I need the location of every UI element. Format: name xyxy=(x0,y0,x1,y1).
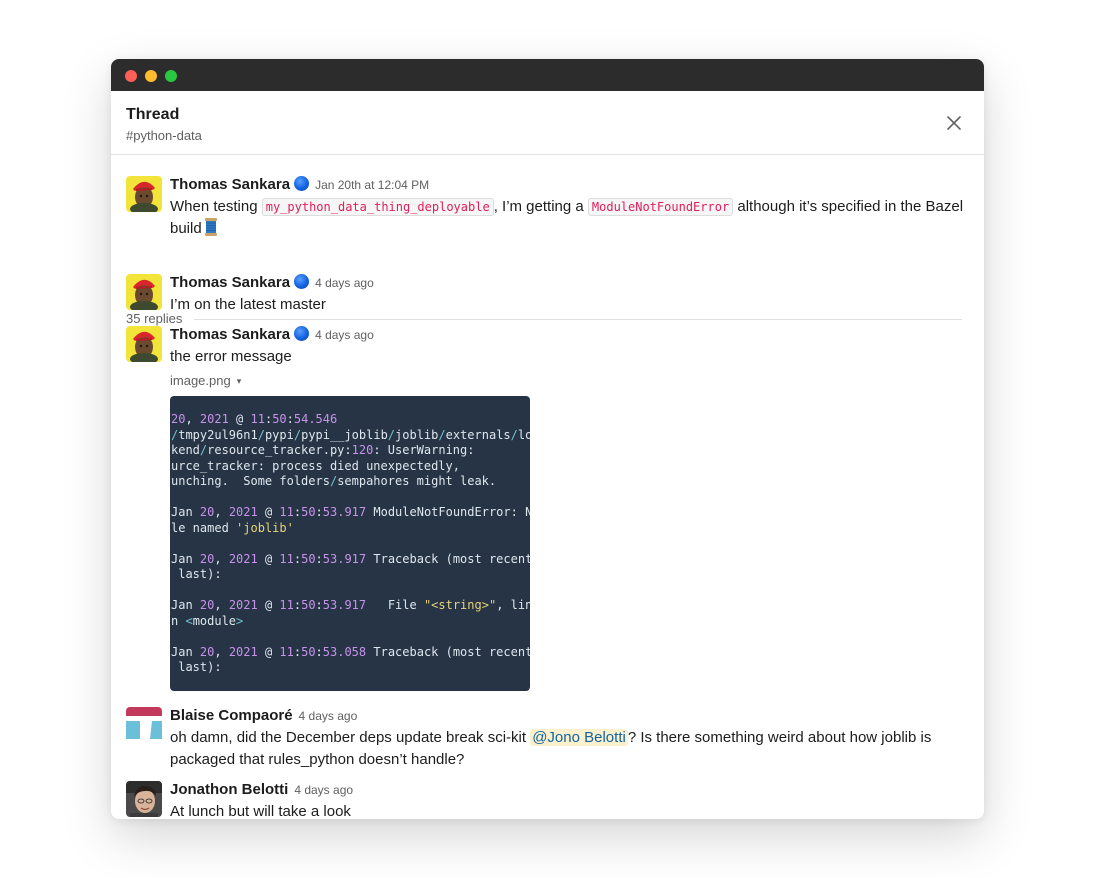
code-line: unching. Some folders/sempahores might l… xyxy=(171,474,497,488)
blue-circle-icon xyxy=(294,274,310,289)
code-line: Jan 20, 2021 @ 11:50:53.917 ModuleNotFou… xyxy=(171,505,530,519)
message-author[interactable]: Thomas Sankara xyxy=(170,274,290,291)
thread-window: Thread #python-data Thomas Sankara Jan 2… xyxy=(111,59,984,819)
thread-title: Thread xyxy=(126,106,180,123)
message-author[interactable]: Blaise Compaoré xyxy=(170,707,293,724)
message-text: I’m on the latest master xyxy=(170,296,326,313)
code-line: Jan 20, 2021 @ 11:50:53.917 File "<strin… xyxy=(171,598,530,612)
code-line: le named 'joblib' xyxy=(171,520,294,535)
thread-header: Thread #python-data xyxy=(111,91,984,155)
minimize-window-button[interactable] xyxy=(145,70,157,82)
user-mention[interactable]: @Jono Belotti xyxy=(530,729,628,746)
code-line: /tmpy2ul96n1/pypi/pypi__joblib/joblib/ex… xyxy=(171,427,530,442)
message-text: oh damn, did the December deps update br… xyxy=(170,729,932,768)
code-line: n <module> xyxy=(171,613,244,628)
message-timestamp[interactable]: 4 days ago xyxy=(294,783,353,797)
window-titlebar xyxy=(111,59,984,91)
code-line: 20, 2021 @ 11:50:54.546 xyxy=(171,412,338,426)
zoom-window-button[interactable] xyxy=(165,70,177,82)
message-text: At lunch but will take a look xyxy=(170,803,351,819)
code-line: urce_tracker: process died unexpectedly, xyxy=(171,458,460,473)
message-author[interactable]: Thomas Sankara xyxy=(170,326,290,343)
close-icon xyxy=(947,116,961,130)
code-line: kend/resource_tracker.py:120: UserWarnin… xyxy=(171,443,475,457)
close-thread-button[interactable] xyxy=(944,113,964,133)
inline-code: my_python_data_thing_deployable xyxy=(261,198,494,216)
blue-circle-icon xyxy=(294,326,310,341)
message-author[interactable]: Jonathon Belotti xyxy=(170,781,288,798)
avatar-thomas[interactable] xyxy=(126,326,162,362)
code-line: Jan 20, 2021 @ 11:50:53.058 Traceback (m… xyxy=(171,644,530,659)
avatar-jonathon[interactable] xyxy=(126,781,162,817)
message-timestamp[interactable]: 4 days ago xyxy=(299,709,358,723)
spool-of-thread-icon xyxy=(204,218,218,236)
close-window-button[interactable] xyxy=(125,70,137,82)
message-text: the error message xyxy=(170,348,292,365)
caret-down-icon[interactable]: ▾ xyxy=(237,376,242,386)
divider-line xyxy=(194,319,962,320)
attachment-filename[interactable]: image.png ▾ xyxy=(170,372,964,390)
message-timestamp[interactable]: 4 days ago xyxy=(315,276,374,290)
replies-count: 35 replies xyxy=(126,311,193,326)
message-text: When testing my_python_data_thing_deploy… xyxy=(170,198,964,237)
code-line: Jan 20, 2021 @ 11:50:53.917 Traceback (m… xyxy=(171,551,530,566)
avatar-thomas[interactable] xyxy=(126,274,162,310)
thread-messages: Thomas Sankara Jan 20th at 12:04 PM When … xyxy=(111,155,984,819)
avatar-blaise[interactable] xyxy=(126,707,162,743)
avatar-thomas[interactable] xyxy=(126,176,162,212)
thread-channel[interactable]: #python-data xyxy=(126,128,202,143)
message-timestamp[interactable]: 4 days ago xyxy=(315,328,374,342)
inline-code: ModuleNotFoundError xyxy=(587,198,734,216)
code-line: last): xyxy=(171,567,222,581)
code-line: last): xyxy=(171,660,222,674)
blue-circle-icon xyxy=(294,176,310,191)
attachment-image[interactable]: 20, 2021 @ 11:50:54.546 /tmpy2ul96n1/pyp… xyxy=(170,396,530,691)
message-author[interactable]: Thomas Sankara xyxy=(170,176,290,193)
message-timestamp[interactable]: Jan 20th at 12:04 PM xyxy=(315,178,429,192)
